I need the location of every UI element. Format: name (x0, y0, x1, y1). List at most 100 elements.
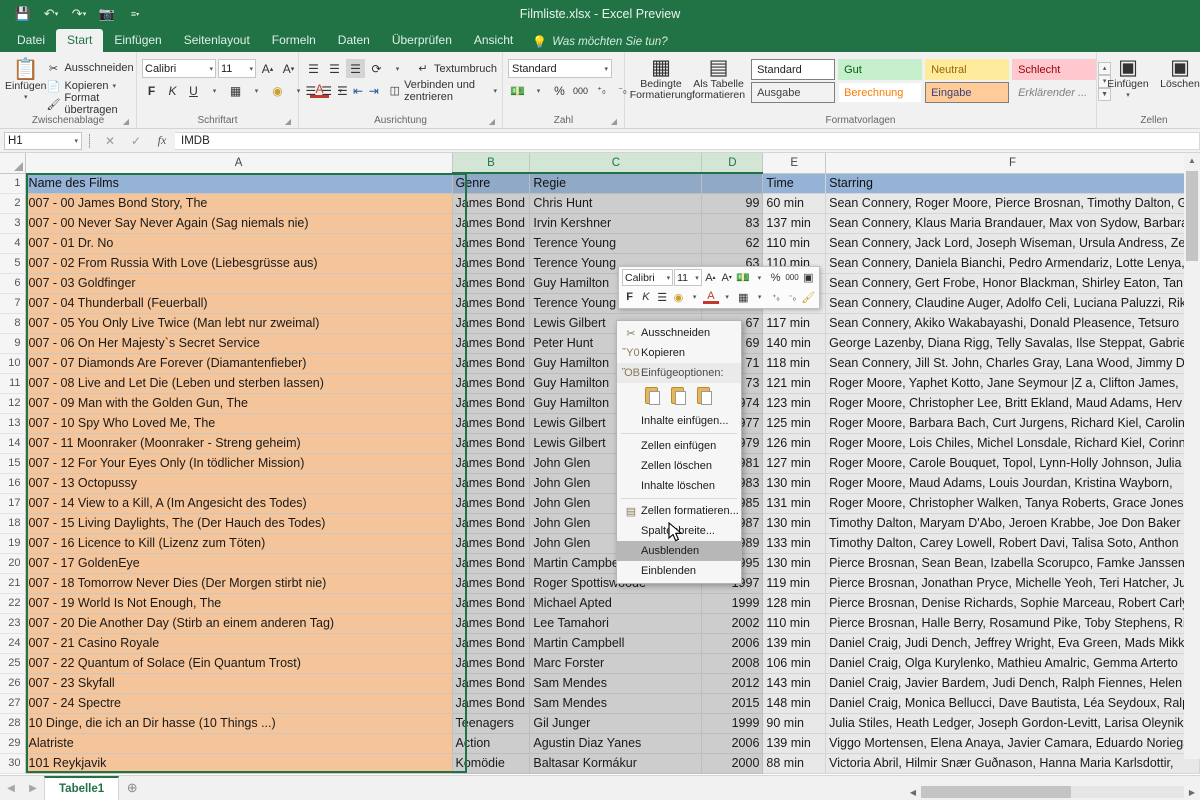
cell-E8[interactable]: 117 min (763, 313, 826, 333)
spreadsheet-grid[interactable]: A B C D E F 1Name des FilmsGenreRegieTim… (0, 153, 1200, 775)
select-all-corner[interactable] (0, 153, 25, 173)
increase-indent-icon[interactable]: ⇥ (367, 81, 381, 100)
row-header-8[interactable]: 8 (0, 313, 25, 333)
row-header-18[interactable]: 18 (0, 513, 25, 533)
table-row[interactable]: 19007 - 16 Licence to Kill (Lizenz zum T… (0, 533, 1200, 553)
cell-E2[interactable]: 60 min (763, 193, 826, 213)
vertical-scrollbar[interactable]: ▲ (1184, 153, 1200, 759)
cell-B8[interactable]: James Bond (452, 313, 530, 333)
cell-F22[interactable]: Pierce Brosnan, Denise Richards, Sophie … (826, 593, 1200, 613)
cell-C25[interactable]: Marc Forster (530, 653, 702, 673)
mini-font-size[interactable]: 11 ▾ (674, 269, 702, 286)
cell-C1[interactable]: Regie (530, 173, 702, 193)
cell-A4[interactable]: 007 - 01 Dr. No (25, 233, 452, 253)
cell-A24[interactable]: 007 - 21 Casino Royale (25, 633, 452, 653)
insert-cells-button[interactable]: ▣ Einfügen ▾ (1102, 56, 1154, 101)
cell-A26[interactable]: 007 - 23 Skyfall (25, 673, 452, 693)
dialog-launcher-icon[interactable]: ◢ (611, 117, 617, 126)
context-menu[interactable]: ✂AusschneidenὝ0KopierenὌBEinfügeoptionen… (616, 320, 742, 584)
cell-D3[interactable]: 83 (702, 213, 763, 233)
name-box[interactable]: H1 ▾ (4, 132, 82, 150)
cell-A2[interactable]: 007 - 00 James Bond Story, The (25, 193, 452, 213)
cell-E16[interactable]: 130 min (763, 473, 826, 493)
cell-F24[interactable]: Daniel Craig, Judi Dench, Jeffrey Wright… (826, 633, 1200, 653)
style-berechnung[interactable]: Berechnung (838, 82, 922, 103)
paste-formatting-icon[interactable] (695, 386, 713, 406)
tab-start[interactable]: Start (56, 29, 103, 52)
decrease-indent-icon[interactable]: ⇤ (351, 81, 365, 100)
mini-borders-icon[interactable]: ▦ (736, 289, 751, 306)
column-header-e[interactable]: E (763, 153, 826, 173)
row-header-24[interactable]: 24 (0, 633, 25, 653)
cell-F21[interactable]: Pierce Brosnan, Jonathan Pryce, Michelle… (826, 573, 1200, 593)
chevron-down-icon[interactable]: ▾ (209, 65, 213, 73)
cut-button[interactable]: ✂ Ausschneiden (46, 59, 133, 77)
cell-B27[interactable]: James Bond (452, 693, 530, 713)
cell-E24[interactable]: 139 min (763, 633, 826, 653)
mini-percent-icon[interactable]: % (768, 269, 783, 286)
cell-C3[interactable]: Irvin Kershner (530, 213, 702, 233)
cell-C2[interactable]: Chris Hunt (530, 193, 702, 213)
paste-all-icon[interactable] (643, 386, 661, 406)
table-row[interactable]: 24007 - 21 Casino RoyaleJames BondMartin… (0, 633, 1200, 653)
row-header-3[interactable]: 3 (0, 213, 25, 233)
style-gut[interactable]: Gut (838, 59, 922, 80)
format-as-table-button[interactable]: ▤ Als Tabelle formatieren (692, 56, 745, 101)
italic-button[interactable]: K (163, 81, 182, 100)
cell-E25[interactable]: 106 min (763, 653, 826, 673)
cell-A19[interactable]: 007 - 16 Licence to Kill (Lizenz zum Töt… (25, 533, 452, 553)
cell-F20[interactable]: Pierce Brosnan, Sean Bean, Izabella Scor… (826, 553, 1200, 573)
underline-button[interactable]: U (184, 81, 203, 100)
cell-A28[interactable]: 10 Dinge, die ich an Dir hasse (10 Thing… (25, 713, 452, 733)
cell-E11[interactable]: 121 min (763, 373, 826, 393)
chevron-down-icon[interactable]: ▾ (249, 65, 253, 73)
bold-button[interactable]: F (142, 81, 161, 100)
cell-B3[interactable]: James Bond (452, 213, 530, 233)
table-row[interactable]: 8007 - 05 You Only Live Twice (Man lebt … (0, 313, 1200, 333)
chevron-down-icon[interactable]: ▾ (1126, 90, 1130, 101)
tab-formeln[interactable]: Formeln (261, 29, 327, 52)
mini-comma-icon[interactable]: 000 (784, 269, 799, 286)
undo-icon[interactable]: ↶▾ (38, 3, 64, 25)
context-menu-item-kopieren[interactable]: Ὕ0Kopieren (617, 343, 741, 363)
context-menu-item-ausblenden[interactable]: Ausblenden (617, 541, 741, 561)
redo-icon[interactable]: ↷▾ (66, 3, 92, 25)
tell-me-box[interactable]: 💡 Was möchten Sie tun? (524, 32, 675, 52)
cell-A1[interactable]: Name des Films (25, 173, 452, 193)
cell-B29[interactable]: Action (452, 733, 530, 753)
cell-D30[interactable]: 2000 (702, 753, 763, 773)
align-top-icon[interactable]: ☰ (304, 59, 323, 78)
cell-F16[interactable]: Roger Moore, Maud Adams, Louis Jourdan, … (826, 473, 1200, 493)
cell-C27[interactable]: Sam Mendes (530, 693, 702, 713)
context-menu-item-zellen-l-schen[interactable]: Zellen löschen (617, 456, 741, 476)
cell-E26[interactable]: 143 min (763, 673, 826, 693)
font-size-combo[interactable]: 11 ▾ (218, 59, 256, 78)
cancel-entry-icon[interactable]: ✕ (97, 134, 123, 148)
cell-E23[interactable]: 110 min (763, 613, 826, 633)
tab-ansicht[interactable]: Ansicht (463, 29, 524, 52)
cell-B6[interactable]: James Bond (452, 273, 530, 293)
dialog-launcher-icon[interactable]: ◢ (489, 117, 495, 126)
mini-format-painter-icon[interactable]: 🖌 (801, 289, 816, 306)
cell-B10[interactable]: James Bond (452, 353, 530, 373)
cell-B18[interactable]: James Bond (452, 513, 530, 533)
table-row[interactable]: 13007 - 10 Spy Who Loved Me, TheJames Bo… (0, 413, 1200, 433)
table-row[interactable]: 17007 - 14 View to a Kill, A (Im Angesic… (0, 493, 1200, 513)
paste-options-row[interactable] (617, 383, 741, 411)
cell-F6[interactable]: Sean Connery, Gert Frobe, Honor Blackman… (826, 273, 1200, 293)
table-row[interactable]: 21007 - 18 Tomorrow Never Dies (Der Morg… (0, 573, 1200, 593)
cell-C26[interactable]: Sam Mendes (530, 673, 702, 693)
cell-F13[interactable]: Roger Moore, Barbara Bach, Curt Jurgens,… (826, 413, 1200, 433)
delete-cells-button[interactable]: ▣ Löschen (1154, 56, 1200, 90)
context-menu-item-inhalte-einf-gen[interactable]: Inhalte einfügen... (617, 411, 741, 431)
cell-C4[interactable]: Terence Young (530, 233, 702, 253)
cell-F11[interactable]: Roger Moore, Yaphet Kotto, Jane Seymour … (826, 373, 1200, 393)
table-row[interactable]: 29AlatristeActionAgustin Diaz Yanes20061… (0, 733, 1200, 753)
row-header-4[interactable]: 4 (0, 233, 25, 253)
cell-B26[interactable]: James Bond (452, 673, 530, 693)
row-header-16[interactable]: 16 (0, 473, 25, 493)
mini-decrease-font-icon[interactable]: A▾ (719, 269, 734, 286)
quick-access-toolbar[interactable]: 💾 ↶▾ ↷▾ 📷 ≡▾ (0, 3, 148, 25)
row-header-29[interactable]: 29 (0, 733, 25, 753)
sheet-bar[interactable]: ◀ ▶ Tabelle1 ⊕ ◀ ▶ (0, 775, 1200, 800)
